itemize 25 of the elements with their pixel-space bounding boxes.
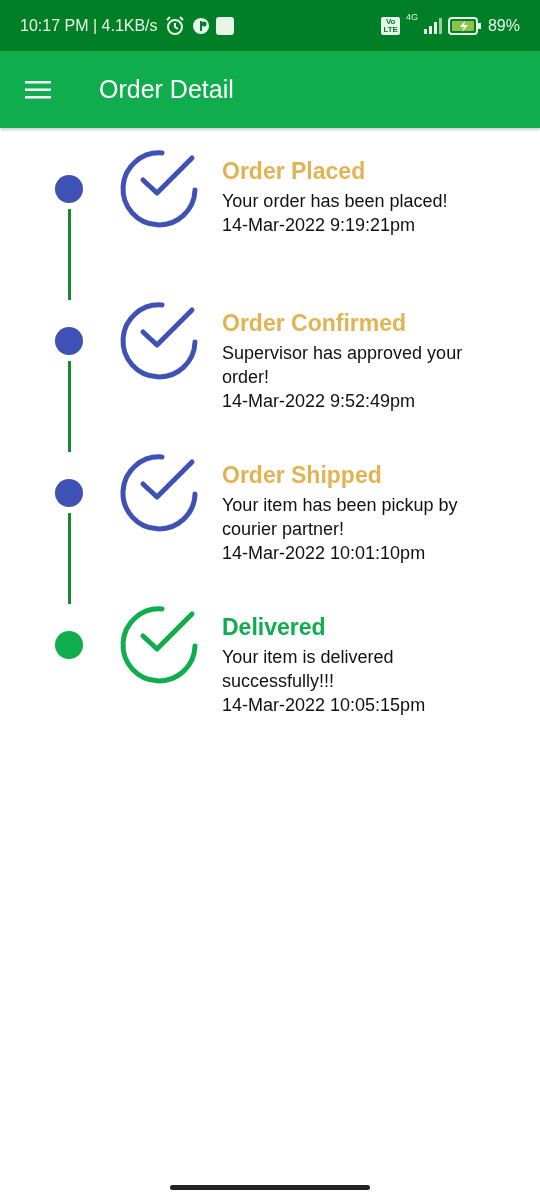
volte-icon: Vo LTE (381, 16, 400, 35)
step-message: Your item has been pickup by courier partner! (222, 494, 459, 541)
step-title: Order Placed (222, 158, 367, 185)
step-time: 14-Mar-2022 9:52:49pm (222, 390, 417, 413)
step-message: Your order has been placed! (222, 190, 449, 213)
network-label: 4G (405, 12, 418, 22)
screen-title: Order Detail (99, 75, 234, 104)
check-circle-icon (118, 452, 200, 534)
step-title: Order Confirmed (222, 310, 408, 337)
status-time: 10:17 PM | 4.1KB/s (20, 16, 158, 35)
step-message: Your item is delivered successfully!!! (222, 646, 395, 693)
check-circle-icon (118, 604, 200, 686)
step-message: Supervisor has approved your order! (222, 342, 464, 389)
check-circle-icon (118, 300, 200, 382)
square-icon (215, 16, 234, 35)
step-time: 14-Mar-2022 9:19:21pm (222, 214, 417, 237)
step-title: Delivered (222, 614, 327, 641)
step-title: Order Shipped (222, 462, 383, 489)
step-time: 14-Mar-2022 10:05:15pm (222, 694, 427, 717)
battery-icon (447, 16, 482, 35)
step-time: 14-Mar-2022 10:01:10pm (222, 542, 427, 565)
menu-icon (25, 80, 51, 99)
circle-icon (191, 16, 210, 35)
battery-level: 89% (487, 16, 520, 35)
check-circle-icon (118, 148, 200, 230)
